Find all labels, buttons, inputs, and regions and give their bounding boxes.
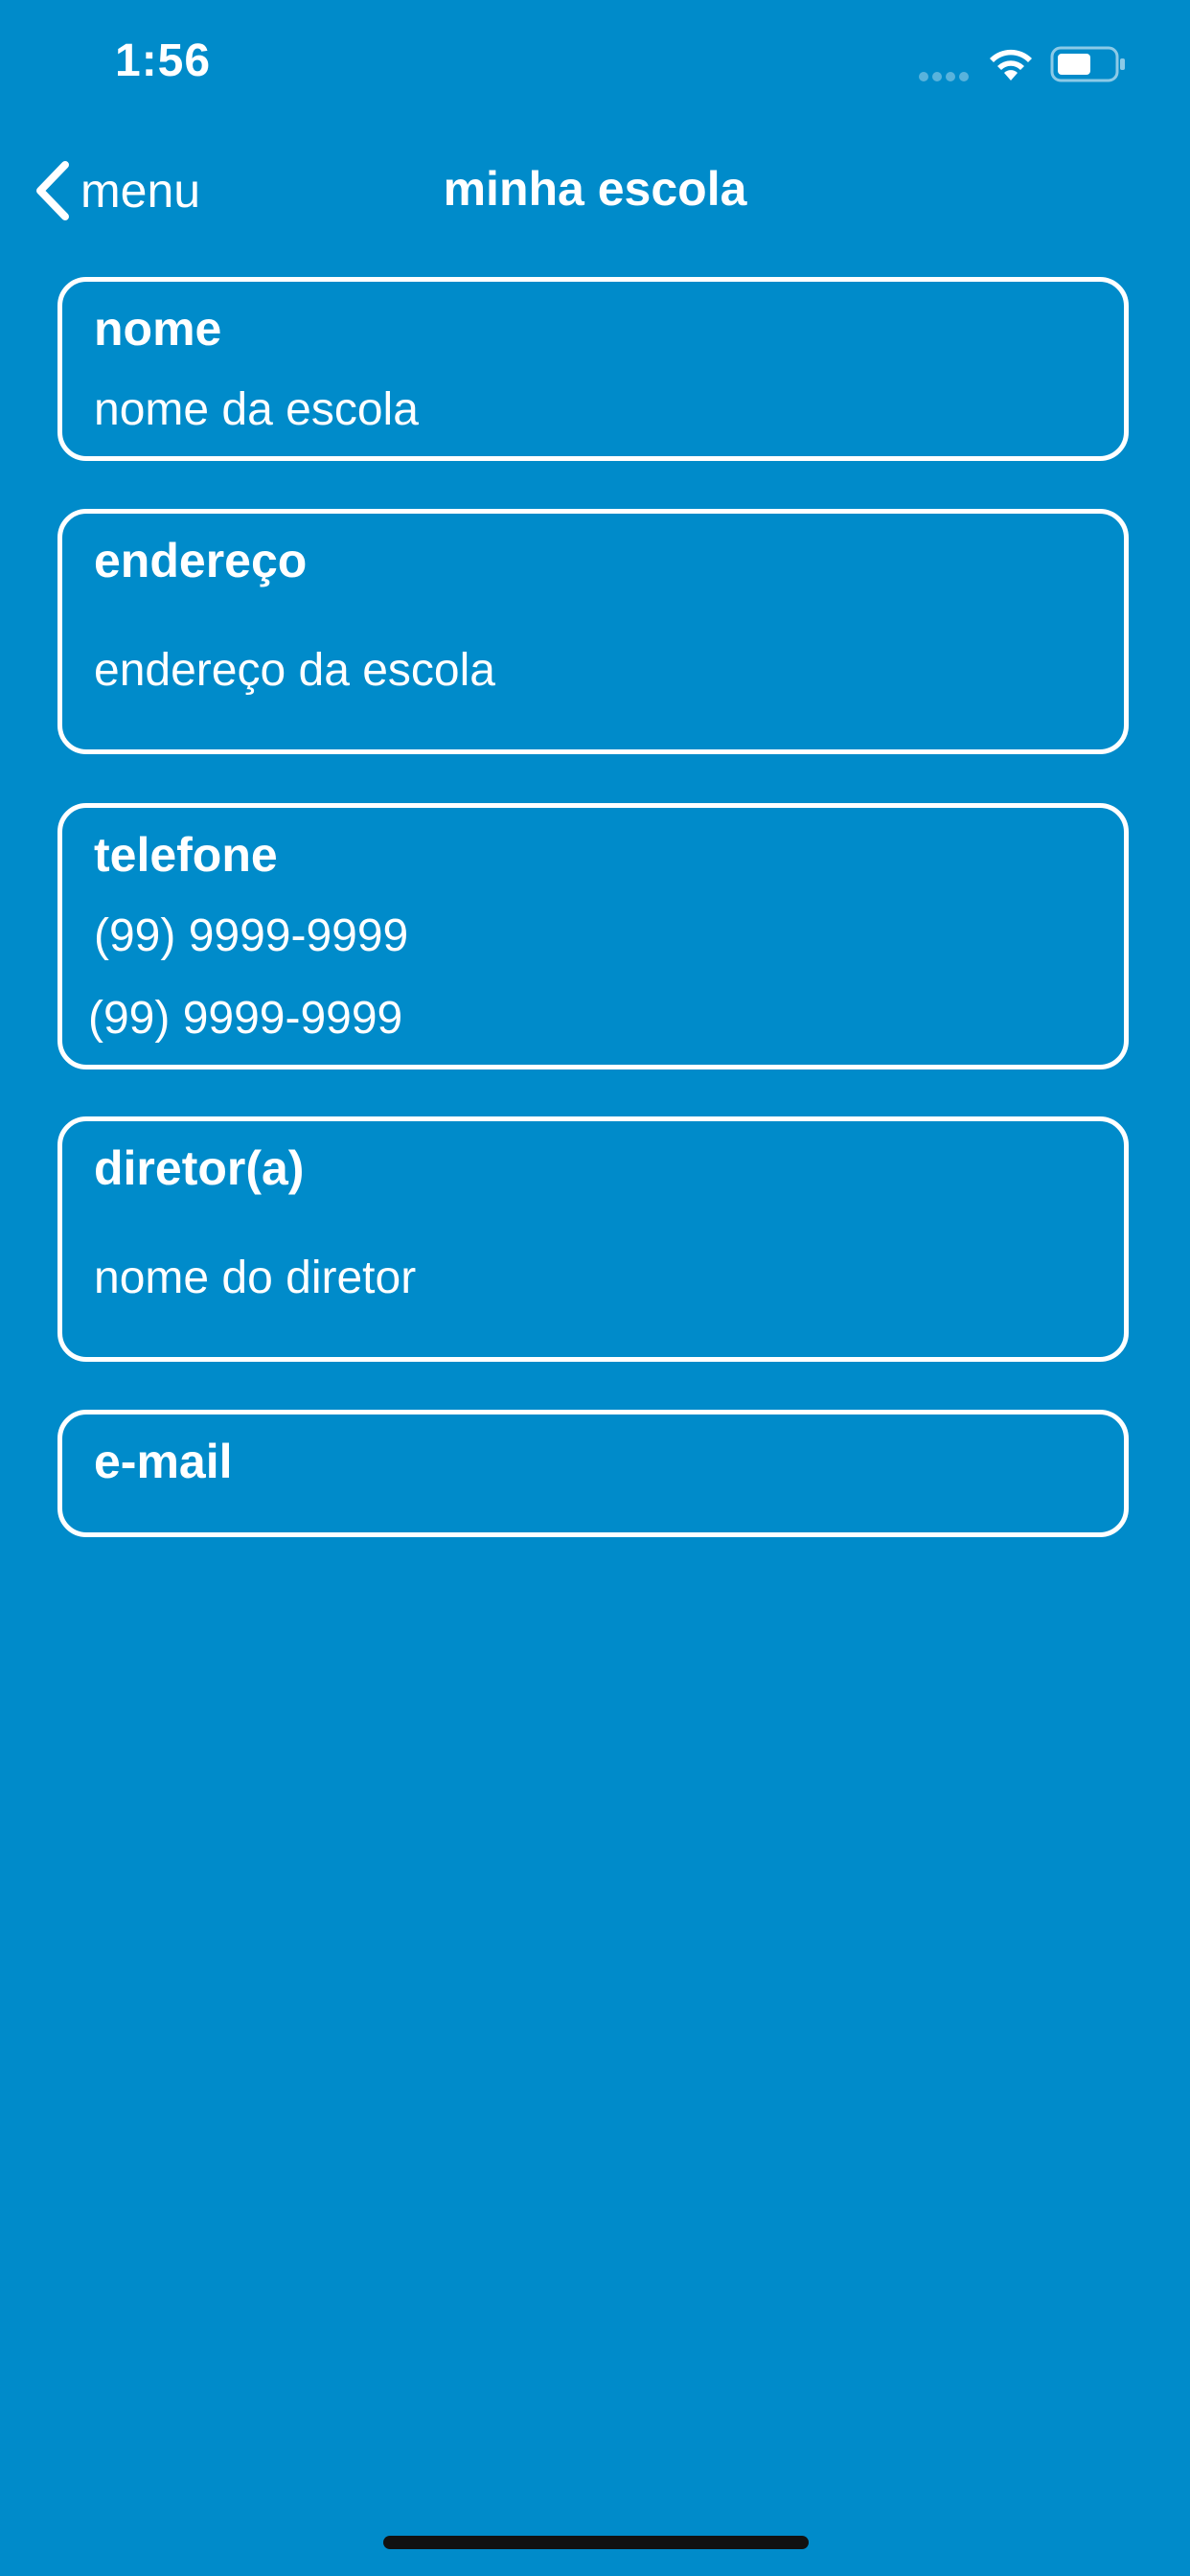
- field-value-endereco: endereço da escola: [94, 645, 495, 696]
- field-value-telefone-2: (99) 9999-9999: [88, 993, 403, 1044]
- field-card-endereco[interactable]: endereço endereço da escola: [57, 509, 1129, 754]
- field-value-diretor: nome do diretor: [94, 1253, 417, 1303]
- status-time: 1:56: [115, 35, 212, 86]
- page-title: minha escola: [443, 162, 747, 216]
- field-label-telefone: telefone: [94, 828, 278, 882]
- field-card-telefone[interactable]: telefone (99) 9999-9999 (99) 9999-9999: [57, 803, 1129, 1070]
- field-card-nome[interactable]: nome nome da escola: [57, 277, 1129, 461]
- field-card-email[interactable]: e-mail: [57, 1410, 1129, 1537]
- battery-icon: [1050, 46, 1125, 82]
- wifi-icon: [990, 49, 1032, 80]
- field-label-diretor: diretor(a): [94, 1141, 305, 1195]
- home-indicator: [383, 2536, 809, 2549]
- cellular-signal-icon: [919, 72, 969, 81]
- field-value-telefone-1: (99) 9999-9999: [94, 910, 409, 961]
- field-value-nome: nome da escola: [94, 384, 419, 435]
- status-bar: 1:56: [0, 0, 1190, 125]
- field-label-endereco: endereço: [94, 534, 308, 587]
- field-label-email: e-mail: [94, 1435, 233, 1488]
- field-card-diretor[interactable]: diretor(a) nome do diretor: [57, 1116, 1129, 1362]
- field-label-nome: nome: [94, 302, 222, 356]
- navigation-bar: menu minha escola: [0, 144, 1190, 240]
